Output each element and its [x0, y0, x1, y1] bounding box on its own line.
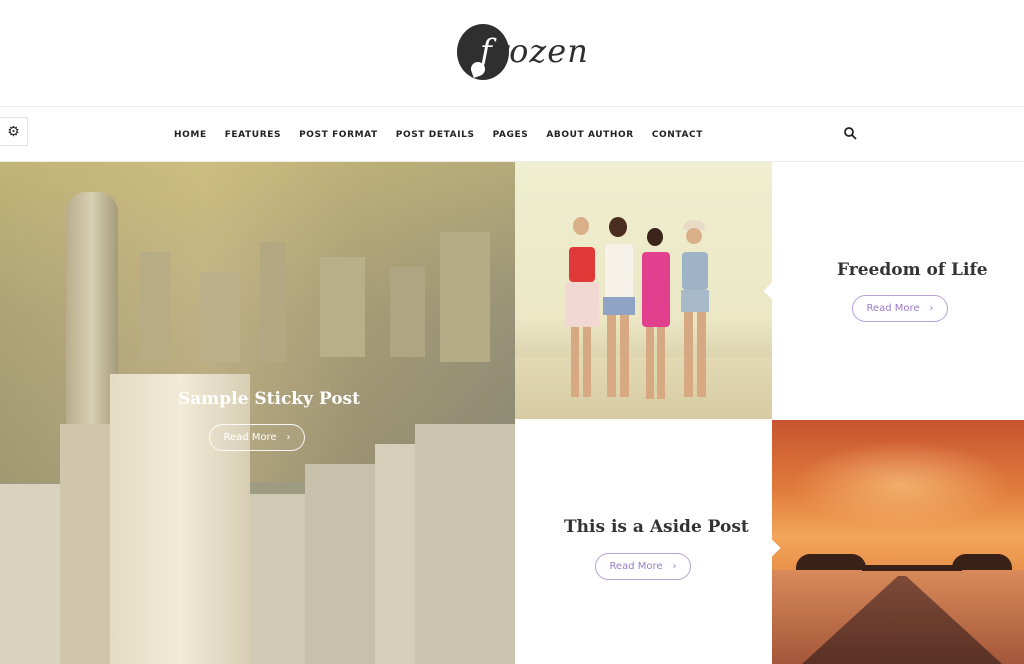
hut-row-decoration — [862, 565, 962, 571]
skyline-building — [390, 267, 425, 357]
nav-item-post-format[interactable]: POST FORMAT — [299, 130, 378, 140]
skyline-building — [440, 232, 490, 362]
aside-read-more-button[interactable]: Read More › — [595, 553, 691, 580]
foreground-building — [415, 424, 515, 664]
skyline-building — [140, 252, 170, 362]
freedom-read-more-button[interactable]: Read More › — [852, 295, 948, 322]
skyline-building — [260, 242, 286, 362]
main-navbar: ⚙ HOME FEATURES POST FORMAT POST DETAILS… — [0, 107, 1024, 162]
settings-button[interactable]: ⚙ — [0, 117, 28, 146]
foreground-building — [375, 444, 415, 664]
chevron-right-icon: › — [672, 561, 677, 572]
nav-item-home[interactable]: HOME — [174, 130, 207, 140]
foreground-building — [305, 464, 375, 664]
person-figure — [639, 224, 671, 402]
site-header: frozen — [0, 0, 1024, 107]
hut-decoration — [796, 554, 866, 570]
nav-item-about-author[interactable]: ABOUT AUTHOR — [546, 130, 634, 140]
gear-icon: ⚙ — [7, 123, 20, 140]
site-logo[interactable]: frozen — [454, 20, 588, 86]
freedom-post-card[interactable]: Freedom of Life Read More › — [772, 162, 1024, 419]
foreground-building — [60, 424, 110, 664]
read-more-label: Read More — [866, 303, 920, 314]
nav-item-post-details[interactable]: POST DETAILS — [396, 130, 475, 140]
sticky-post-card[interactable]: Sample Sticky Post Read More › — [0, 162, 515, 664]
cloud-decoration — [792, 440, 1012, 530]
skyline-building — [200, 272, 240, 362]
foreground-building — [110, 374, 250, 664]
foreground-building — [0, 484, 60, 664]
skyline-building — [320, 257, 365, 357]
person-figure — [565, 217, 599, 402]
chevron-right-icon: › — [929, 303, 934, 314]
search-button[interactable] — [843, 126, 857, 140]
sticky-read-more-button[interactable]: Read More › — [209, 424, 305, 451]
sticky-post-title[interactable]: Sample Sticky Post — [178, 389, 360, 409]
chevron-right-icon: › — [286, 432, 291, 443]
nav-item-contact[interactable]: CONTACT — [652, 130, 703, 140]
foreground-building — [250, 494, 305, 664]
freedom-post-title[interactable]: Freedom of Life — [837, 260, 988, 280]
aside-post-card[interactable]: This is a Aside Post Read More › — [515, 420, 772, 664]
main-menu: HOME FEATURES POST FORMAT POST DETAILS P… — [174, 107, 721, 162]
nav-item-pages[interactable]: PAGES — [493, 130, 529, 140]
person-figure — [677, 220, 711, 402]
read-more-label: Read More — [223, 432, 277, 443]
girls-photo[interactable] — [515, 162, 772, 419]
city-image — [0, 162, 515, 664]
nav-item-features[interactable]: FEATURES — [225, 130, 281, 140]
sunset-pier-photo[interactable] — [772, 420, 1024, 664]
logo-text: frozen — [480, 32, 589, 70]
read-more-label: Read More — [609, 561, 663, 572]
search-icon — [844, 127, 857, 140]
person-figure — [601, 212, 635, 402]
aside-post-title[interactable]: This is a Aside Post — [564, 517, 749, 537]
